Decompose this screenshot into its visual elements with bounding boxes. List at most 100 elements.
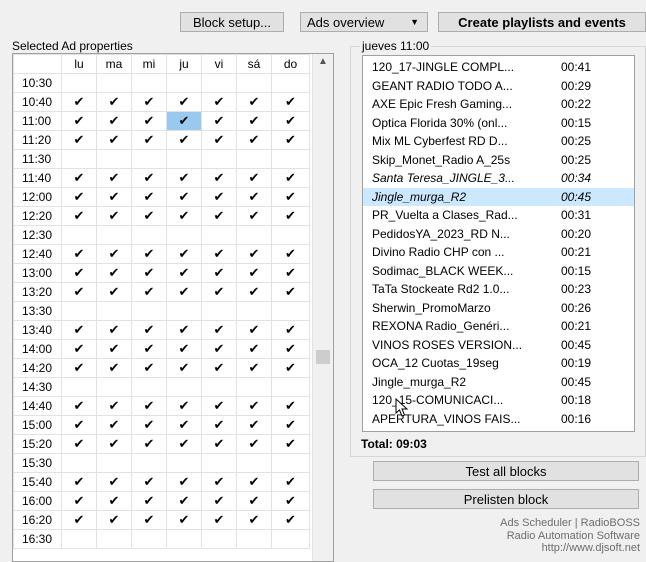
schedule-cell-ju[interactable]: ✔: [166, 510, 202, 530]
schedule-cell-ma[interactable]: ✔: [96, 396, 132, 416]
schedule-cell-mi[interactable]: [131, 149, 167, 169]
schedule-cell-mi[interactable]: ✔: [131, 92, 167, 112]
schedule-cell-lu[interactable]: ✔: [61, 491, 97, 511]
ads-overview-dropdown[interactable]: Ads overview ▼: [300, 12, 428, 32]
schedule-cell-ju[interactable]: ✔: [166, 491, 202, 511]
schedule-cell-mi[interactable]: ✔: [131, 111, 167, 131]
schedule-cell-vi[interactable]: ✔: [201, 358, 237, 378]
schedule-cell-sá[interactable]: ✔: [236, 168, 272, 188]
schedule-cell-lu[interactable]: ✔: [61, 206, 97, 226]
schedule-cell-lu[interactable]: [61, 529, 97, 549]
list-item[interactable]: AXE Epic Fresh Gaming... 00:22: [363, 95, 634, 114]
schedule-cell-do[interactable]: ✔: [271, 339, 310, 359]
schedule-cell-mi[interactable]: ✔: [131, 491, 167, 511]
schedule-cell-mi[interactable]: ✔: [131, 282, 167, 302]
schedule-cell-lu[interactable]: ✔: [61, 244, 97, 264]
schedule-cell-lu[interactable]: ✔: [61, 339, 97, 359]
list-item[interactable]: Santa Teresa_JINGLE_3... 00:34: [363, 169, 634, 188]
schedule-cell-sá[interactable]: [236, 149, 272, 169]
schedule-cell-do[interactable]: [271, 225, 310, 245]
schedule-cell-ju[interactable]: [166, 301, 202, 321]
schedule-cell-do[interactable]: ✔: [271, 358, 310, 378]
schedule-cell-lu[interactable]: ✔: [61, 358, 97, 378]
schedule-cell-sá[interactable]: ✔: [236, 92, 272, 112]
schedule-cell-ju[interactable]: ✔: [166, 415, 202, 435]
schedule-cell-ma[interactable]: [96, 225, 132, 245]
schedule-cell-sá[interactable]: ✔: [236, 510, 272, 530]
schedule-cell-vi[interactable]: [201, 301, 237, 321]
schedule-cell-ma[interactable]: ✔: [96, 339, 132, 359]
schedule-cell-do[interactable]: ✔: [271, 396, 310, 416]
schedule-cell-lu[interactable]: ✔: [61, 187, 97, 207]
schedule-cell-do[interactable]: ✔: [271, 206, 310, 226]
schedule-cell-lu[interactable]: ✔: [61, 111, 97, 131]
schedule-cell-do[interactable]: [271, 301, 310, 321]
schedule-cell-ma[interactable]: [96, 301, 132, 321]
schedule-cell-ju[interactable]: ✔: [166, 92, 202, 112]
list-item[interactable]: Skip_Monet_Radio A_25s 00:25: [363, 151, 634, 170]
schedule-cell-do[interactable]: ✔: [271, 415, 310, 435]
schedule-cell-mi[interactable]: [131, 301, 167, 321]
schedule-cell-mi[interactable]: [131, 73, 167, 93]
schedule-cell-ma[interactable]: [96, 149, 132, 169]
schedule-cell-mi[interactable]: ✔: [131, 358, 167, 378]
schedule-cell-mi[interactable]: [131, 225, 167, 245]
schedule-cell-ju[interactable]: [166, 453, 202, 473]
schedule-cell-ma[interactable]: [96, 73, 132, 93]
schedule-cell-ma[interactable]: ✔: [96, 358, 132, 378]
schedule-cell-mi[interactable]: ✔: [131, 168, 167, 188]
schedule-cell-vi[interactable]: ✔: [201, 244, 237, 264]
scroll-thumb[interactable]: [316, 350, 330, 364]
schedule-cell-vi[interactable]: ✔: [201, 320, 237, 340]
schedule-cell-ma[interactable]: [96, 377, 132, 397]
schedule-cell-mi[interactable]: ✔: [131, 339, 167, 359]
schedule-cell-do[interactable]: [271, 73, 310, 93]
schedule-cell-sá[interactable]: [236, 301, 272, 321]
schedule-cell-ma[interactable]: ✔: [96, 434, 132, 454]
schedule-cell-lu[interactable]: [61, 453, 97, 473]
schedule-cell-mi[interactable]: ✔: [131, 510, 167, 530]
schedule-cell-ma[interactable]: ✔: [96, 187, 132, 207]
schedule-cell-lu[interactable]: ✔: [61, 130, 97, 150]
schedule-cell-ju[interactable]: ✔: [166, 130, 202, 150]
schedule-cell-vi[interactable]: ✔: [201, 111, 237, 131]
schedule-cell-ma[interactable]: ✔: [96, 491, 132, 511]
schedule-cell-lu[interactable]: [61, 301, 97, 321]
schedule-cell-ju[interactable]: ✔: [166, 320, 202, 340]
schedule-cell-mi[interactable]: ✔: [131, 130, 167, 150]
schedule-cell-ju[interactable]: ✔: [166, 206, 202, 226]
day-header-vi[interactable]: vi: [201, 54, 237, 74]
schedule-cell-mi[interactable]: ✔: [131, 320, 167, 340]
schedule-cell-do[interactable]: ✔: [271, 510, 310, 530]
test-all-blocks-button[interactable]: Test all blocks: [373, 461, 639, 481]
schedule-cell-sá[interactable]: ✔: [236, 491, 272, 511]
schedule-cell-lu[interactable]: ✔: [61, 472, 97, 492]
schedule-cell-mi[interactable]: ✔: [131, 434, 167, 454]
schedule-cell-ma[interactable]: ✔: [96, 130, 132, 150]
schedule-cell-sá[interactable]: ✔: [236, 472, 272, 492]
schedule-cell-lu[interactable]: [61, 377, 97, 397]
schedule-cell-sá[interactable]: ✔: [236, 415, 272, 435]
schedule-cell-vi[interactable]: [201, 377, 237, 397]
schedule-cell-ju[interactable]: [166, 73, 202, 93]
day-header-mi[interactable]: mi: [131, 54, 167, 74]
schedule-cell-sá[interactable]: [236, 73, 272, 93]
schedule-cell-sá[interactable]: ✔: [236, 187, 272, 207]
list-item[interactable]: Divino Radio CHP con ... 00:21: [363, 243, 634, 262]
schedule-cell-do[interactable]: ✔: [271, 187, 310, 207]
schedule-cell-do[interactable]: ✔: [271, 434, 310, 454]
schedule-cell-sá[interactable]: ✔: [236, 130, 272, 150]
create-playlists-button[interactable]: Create playlists and events: [438, 12, 646, 32]
schedule-cell-do[interactable]: ✔: [271, 472, 310, 492]
schedule-cell-vi[interactable]: [201, 149, 237, 169]
scroll-up-icon[interactable]: ▲: [313, 56, 333, 67]
list-item[interactable]: TaTa Stockeate Rd2 1.0... 00:23: [363, 280, 634, 299]
schedule-cell-ma[interactable]: [96, 453, 132, 473]
list-item[interactable]: Jingle_murga_R2 00:45: [363, 187, 634, 206]
schedule-cell-vi[interactable]: ✔: [201, 92, 237, 112]
day-header-ma[interactable]: ma: [96, 54, 132, 74]
schedule-cell-ma[interactable]: ✔: [96, 92, 132, 112]
schedule-cell-lu[interactable]: [61, 73, 97, 93]
schedule-cell-lu[interactable]: [61, 149, 97, 169]
schedule-cell-sá[interactable]: ✔: [236, 339, 272, 359]
